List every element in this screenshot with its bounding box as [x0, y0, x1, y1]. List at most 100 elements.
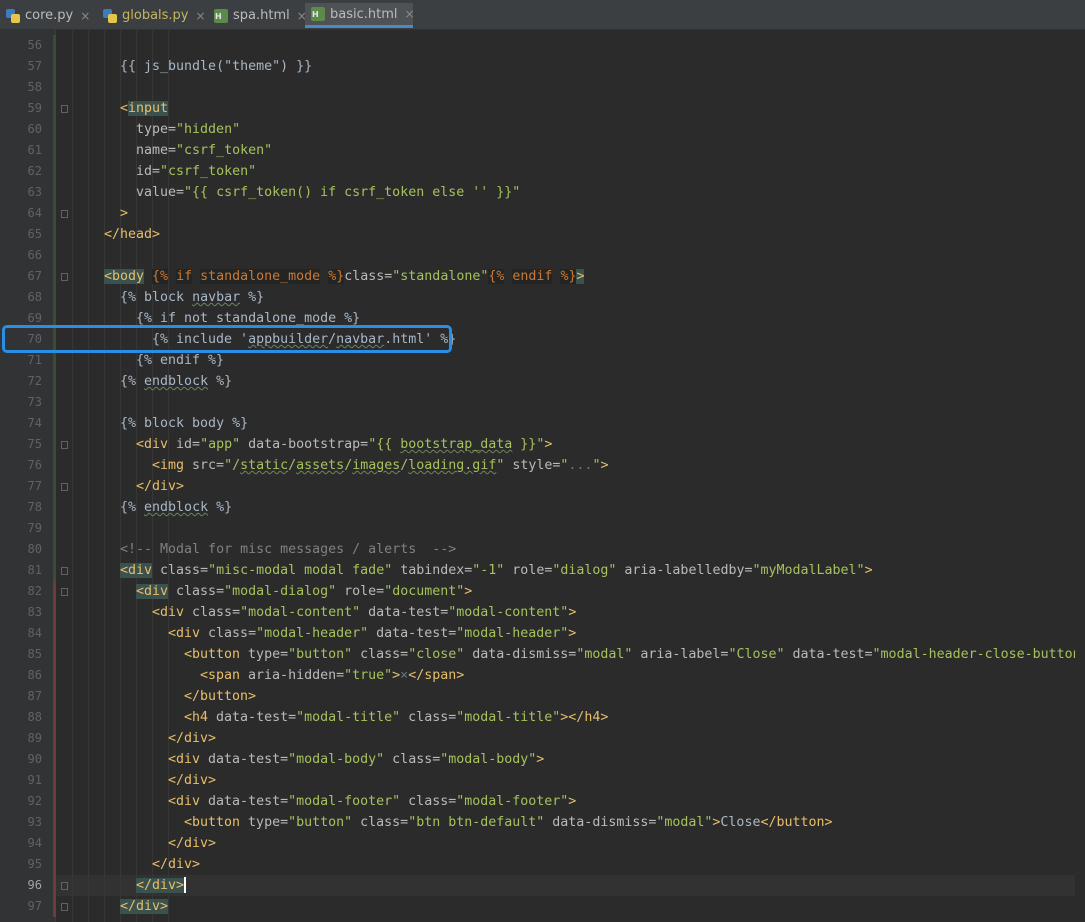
- code-line[interactable]: <div class="modal-content" data-test="mo…: [56, 602, 1085, 623]
- code-line[interactable]: <div data-test="modal-footer" class="mod…: [56, 791, 1085, 812]
- code-token: class=: [400, 794, 457, 809]
- code-token: </div>: [152, 857, 201, 872]
- line-number: 68: [27, 290, 42, 304]
- code-line[interactable]: <div data-test="modal-body" class="modal…: [56, 749, 1085, 770]
- code-line[interactable]: {{ js_bundle("theme") }}: [56, 56, 1085, 77]
- code-line[interactable]: value="{{ csrf_token() if csrf_token els…: [56, 182, 1085, 203]
- code-line[interactable]: {% endblock %}: [56, 497, 1085, 518]
- tab-basic-html[interactable]: basic.html ×: [305, 3, 415, 28]
- code-token: }}": [512, 437, 545, 452]
- code-line[interactable]: </div>: [56, 875, 1085, 896]
- code-token: ...: [568, 458, 593, 473]
- code-token: data-test=: [360, 605, 449, 620]
- code-line[interactable]: <div class="misc-modal modal fade" tabin…: [56, 560, 1085, 581]
- code-line[interactable]: <span aria-hidden="true">×</span>: [56, 665, 1085, 686]
- code-token: data-test=: [208, 710, 297, 725]
- code-token: </div>: [120, 899, 169, 914]
- code-line[interactable]: </div>: [56, 896, 1085, 917]
- line-number: 95: [27, 857, 42, 871]
- tab-core-py[interactable]: core.py ×: [0, 3, 95, 28]
- tab-globals-py[interactable]: globals.py ×: [97, 3, 206, 28]
- code-line[interactable]: {% block body %}: [56, 413, 1085, 434]
- line-number: 65: [27, 227, 42, 241]
- code-line[interactable]: [56, 35, 1085, 56]
- line-number: 57: [27, 59, 42, 73]
- code-token: "standalone": [392, 269, 489, 284]
- code-line[interactable]: <div id="app" data-bootstrap="{{ bootstr…: [56, 434, 1085, 455]
- code-token: data-dismiss=: [464, 647, 577, 662]
- line-number: 60: [27, 122, 42, 136]
- code-token: ></h4>: [560, 710, 609, 725]
- code-line[interactable]: type="hidden": [56, 119, 1085, 140]
- code-line[interactable]: </div>: [56, 770, 1085, 791]
- code-editor[interactable]: {{ js_bundle("theme") }} <input type="hidd…: [56, 30, 1085, 922]
- code-line[interactable]: <button type="button" class="close" data…: [56, 644, 1085, 665]
- code-token: Close: [720, 815, 761, 830]
- code-token: >: [568, 794, 577, 809]
- code-line[interactable]: [56, 77, 1085, 98]
- code-token: data-test=: [200, 794, 289, 809]
- code-line[interactable]: </div>: [56, 728, 1085, 749]
- close-icon[interactable]: ×: [405, 7, 415, 21]
- code-line[interactable]: </div>: [56, 476, 1085, 497]
- code-line[interactable]: name="csrf_token": [56, 140, 1085, 161]
- code-token: >: [392, 668, 401, 683]
- code-line[interactable]: </head>: [56, 224, 1085, 245]
- code-line[interactable]: [56, 392, 1085, 413]
- code-line[interactable]: </button>: [56, 686, 1085, 707]
- code-token: aria-labelledby=: [616, 563, 753, 578]
- close-icon[interactable]: ×: [196, 9, 206, 23]
- line-number: 72: [27, 374, 42, 388]
- code-token: "modal-body": [288, 752, 385, 767]
- code-line[interactable]: id="csrf_token": [56, 161, 1085, 182]
- code-line[interactable]: <input: [56, 98, 1085, 119]
- code-line[interactable]: {% block navbar %}: [56, 287, 1085, 308]
- code-line[interactable]: <h4 data-test="modal-title" class="modal…: [56, 707, 1085, 728]
- python-file-icon: [103, 8, 117, 23]
- vertical-scrollbar[interactable]: [1075, 30, 1085, 922]
- code-token: "modal": [576, 647, 633, 662]
- line-number: 85: [27, 647, 42, 661]
- code-line[interactable]: <div class="modal-header" data-test="mod…: [56, 623, 1085, 644]
- code-token: <span: [200, 668, 241, 683]
- code-token: {%: [120, 374, 145, 389]
- code-token: <div: [168, 794, 201, 809]
- code-token: >: [536, 752, 545, 767]
- code-token: </div>: [168, 731, 217, 746]
- code-line[interactable]: {% endblock %}: [56, 371, 1085, 392]
- code-token: </head>: [104, 227, 161, 242]
- code-token: <div: [152, 605, 185, 620]
- code-token: <button: [184, 815, 241, 830]
- code-line[interactable]: {% endif %}: [56, 350, 1085, 371]
- code-line[interactable]: >: [56, 203, 1085, 224]
- code-token: type=: [136, 122, 177, 137]
- code-line[interactable]: </div>: [56, 854, 1085, 875]
- code-token: </div>: [168, 773, 217, 788]
- line-number: 97: [27, 899, 42, 913]
- code-token: "myModalLabel": [752, 563, 865, 578]
- code-line[interactable]: [56, 245, 1085, 266]
- line-number-gutter[interactable]: 56 57 58 59 60 61 62 63 64 65 66 67 68 69 70 71 72 73 74 75…: [0, 30, 55, 922]
- code-token: "modal-header-close-button": [872, 647, 1085, 662]
- line-number: 90: [27, 752, 42, 766]
- code-line[interactable]: <img src="/static/assets/images/loading.…: [56, 455, 1085, 476]
- line-number: 62: [27, 164, 42, 178]
- code-line[interactable]: <body {% if standalone_mode %}class="sta…: [56, 266, 1085, 287]
- code-line[interactable]: [56, 518, 1085, 539]
- code-token: "-1": [472, 563, 505, 578]
- code-token: data-test=: [368, 626, 457, 641]
- code-token: static: [240, 458, 289, 473]
- code-line[interactable]: <button type="button" class="btn btn-def…: [56, 812, 1085, 833]
- tab-label: spa.html: [233, 8, 290, 23]
- code-line[interactable]: <!-- Modal for misc messages / alerts --…: [56, 539, 1085, 560]
- tab-spa-html[interactable]: spa.html×: [208, 3, 307, 28]
- code-token: data-test=: [200, 752, 289, 767]
- close-icon[interactable]: ×: [80, 9, 90, 23]
- code-token: {%: [120, 500, 145, 515]
- html-file-icon: [311, 7, 325, 21]
- line-number: 71: [27, 353, 42, 367]
- code-line[interactable]: </div>: [56, 833, 1085, 854]
- code-line[interactable]: <div class="modal-dialog" role="document…: [56, 581, 1085, 602]
